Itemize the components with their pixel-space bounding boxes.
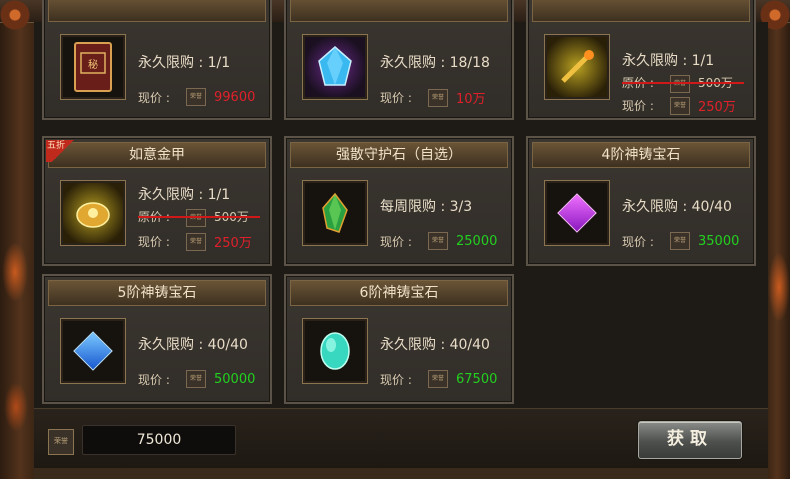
item-name: [532, 0, 750, 22]
blue-crystal-icon: [302, 34, 368, 100]
honor-coin-icon: 荣誉: [428, 88, 448, 107]
purple-gem-icon: [544, 180, 610, 246]
svg-text:秘: 秘: [88, 58, 98, 71]
item-name: 如意金甲: [48, 142, 266, 168]
price-label: 现价 :: [380, 91, 412, 105]
item-name: [290, 0, 508, 22]
item-name: 5阶神铸宝石: [48, 280, 266, 306]
price-value: 67500: [456, 371, 498, 387]
green-guard-stone-icon: [302, 180, 368, 246]
price-label: 现价 :: [138, 372, 170, 387]
shop-panel: 秘 永久限购 : 1/1 现价 : 荣誉 99600 永久限购 : 18/18 …: [34, 0, 768, 408]
shop-item-card[interactable]: 强散守护石（自选） 每周限购 : 3/3 现价 : 荣誉 25000: [284, 136, 514, 266]
purchase-limit: 永久限购 : 18/18: [380, 55, 490, 71]
honor-coin-icon: 荣誉: [670, 96, 690, 115]
shop-item-card[interactable]: 永久限购 : 1/1 原价 :荣誉500万 现价 : 荣誉 250万: [526, 0, 756, 120]
current-price: 现价 : 荣誉 250万: [138, 232, 252, 251]
honor-coin-icon: 荣誉: [428, 370, 448, 388]
purchase-limit: 永久限购 : 40/40: [380, 337, 490, 353]
price-value: 50000: [214, 371, 256, 387]
shop-item-card[interactable]: 5阶神铸宝石 永久限购 : 40/40 现价 : 荣誉 50000: [42, 274, 272, 404]
price-label: 现价 :: [138, 235, 170, 249]
price-value: 250万: [698, 100, 736, 115]
price-label: 现价 :: [622, 234, 654, 249]
blue-gem-icon: [60, 318, 126, 384]
shop-item-card[interactable]: 4阶神铸宝石 永久限购 : 40/40 现价 : 荣誉 35000: [526, 136, 756, 266]
honor-coin-icon: 荣誉: [186, 232, 206, 251]
purchase-limit: 永久限购 : 40/40: [138, 337, 248, 353]
purchase-limit: 永久限购 : 1/1: [138, 187, 231, 203]
cyan-gem-icon: [302, 318, 368, 384]
obtain-button[interactable]: 获取: [638, 421, 742, 459]
honor-coin-icon: 荣誉: [670, 232, 690, 250]
shop-footer: 荣誉 75000 获取: [34, 408, 768, 469]
price-label: 现价 :: [138, 90, 170, 105]
discount-badge: 五折: [46, 140, 80, 162]
gold-armor-icon: [60, 180, 126, 246]
purchase-limit: 每周限购 : 3/3: [380, 199, 473, 215]
price-label: 现价 :: [622, 99, 654, 113]
purchase-limit: 永久限购 : 40/40: [622, 199, 732, 215]
frame-right-ornament: [768, 22, 790, 479]
honor-coin-icon: 荣誉: [428, 232, 448, 250]
shop-item-card[interactable]: 6阶神铸宝石 永久限购 : 40/40 现价 : 荣誉 67500: [284, 274, 514, 404]
current-price: 现价 : 荣誉 67500: [380, 370, 497, 388]
honor-coin-icon: 荣誉: [186, 370, 206, 388]
price-value: 250万: [214, 236, 252, 251]
current-price: 现价 : 荣誉 35000: [622, 232, 739, 250]
price-value: 10万: [456, 92, 486, 107]
honor-coin-icon: 荣誉: [48, 429, 74, 455]
book-icon: 秘: [60, 34, 126, 100]
original-price: 原价 :荣誉500万: [138, 208, 260, 227]
strikethrough-line: [622, 82, 744, 84]
frame-left-ornament: [0, 22, 34, 479]
item-name: 4阶神铸宝石: [532, 142, 750, 168]
price-value: 35000: [698, 233, 740, 249]
original-price: 原价 :荣誉500万: [622, 74, 744, 93]
gold-staff-icon: [544, 34, 610, 100]
honor-coin-icon: 荣誉: [186, 88, 206, 106]
price-label: 现价 :: [380, 234, 412, 249]
purchase-limit: 永久限购 : 1/1: [138, 55, 231, 71]
price-label: 现价 :: [380, 372, 412, 387]
current-price: 现价 : 荣誉 10万: [380, 88, 486, 107]
purchase-limit: 永久限购 : 1/1: [622, 53, 715, 69]
price-value: 99600: [214, 89, 256, 105]
price-value: 25000: [456, 233, 498, 249]
strikethrough-line: [138, 216, 260, 218]
current-price: 现价 : 荣誉 25000: [380, 232, 497, 250]
shop-item-card[interactable]: 如意金甲 五折 永久限购 : 1/1 原价 :荣誉500万 现价 : 荣誉 25…: [42, 136, 272, 266]
item-name: 6阶神铸宝石: [290, 280, 508, 306]
current-price: 现价 : 荣誉 250万: [622, 96, 736, 115]
item-name: [48, 0, 266, 22]
honor-balance: 75000: [82, 425, 236, 455]
shop-item-card[interactable]: 永久限购 : 18/18 现价 : 荣誉 10万: [284, 0, 514, 120]
shop-item-card[interactable]: 秘 永久限购 : 1/1 现价 : 荣誉 99600: [42, 0, 272, 120]
frame-bottom: [34, 468, 768, 479]
corner-ornament-left: [0, 0, 30, 30]
item-name: 强散守护石（自选）: [290, 142, 508, 168]
current-price: 现价 : 荣誉 99600: [138, 88, 255, 106]
current-price: 现价 : 荣誉 50000: [138, 370, 255, 388]
